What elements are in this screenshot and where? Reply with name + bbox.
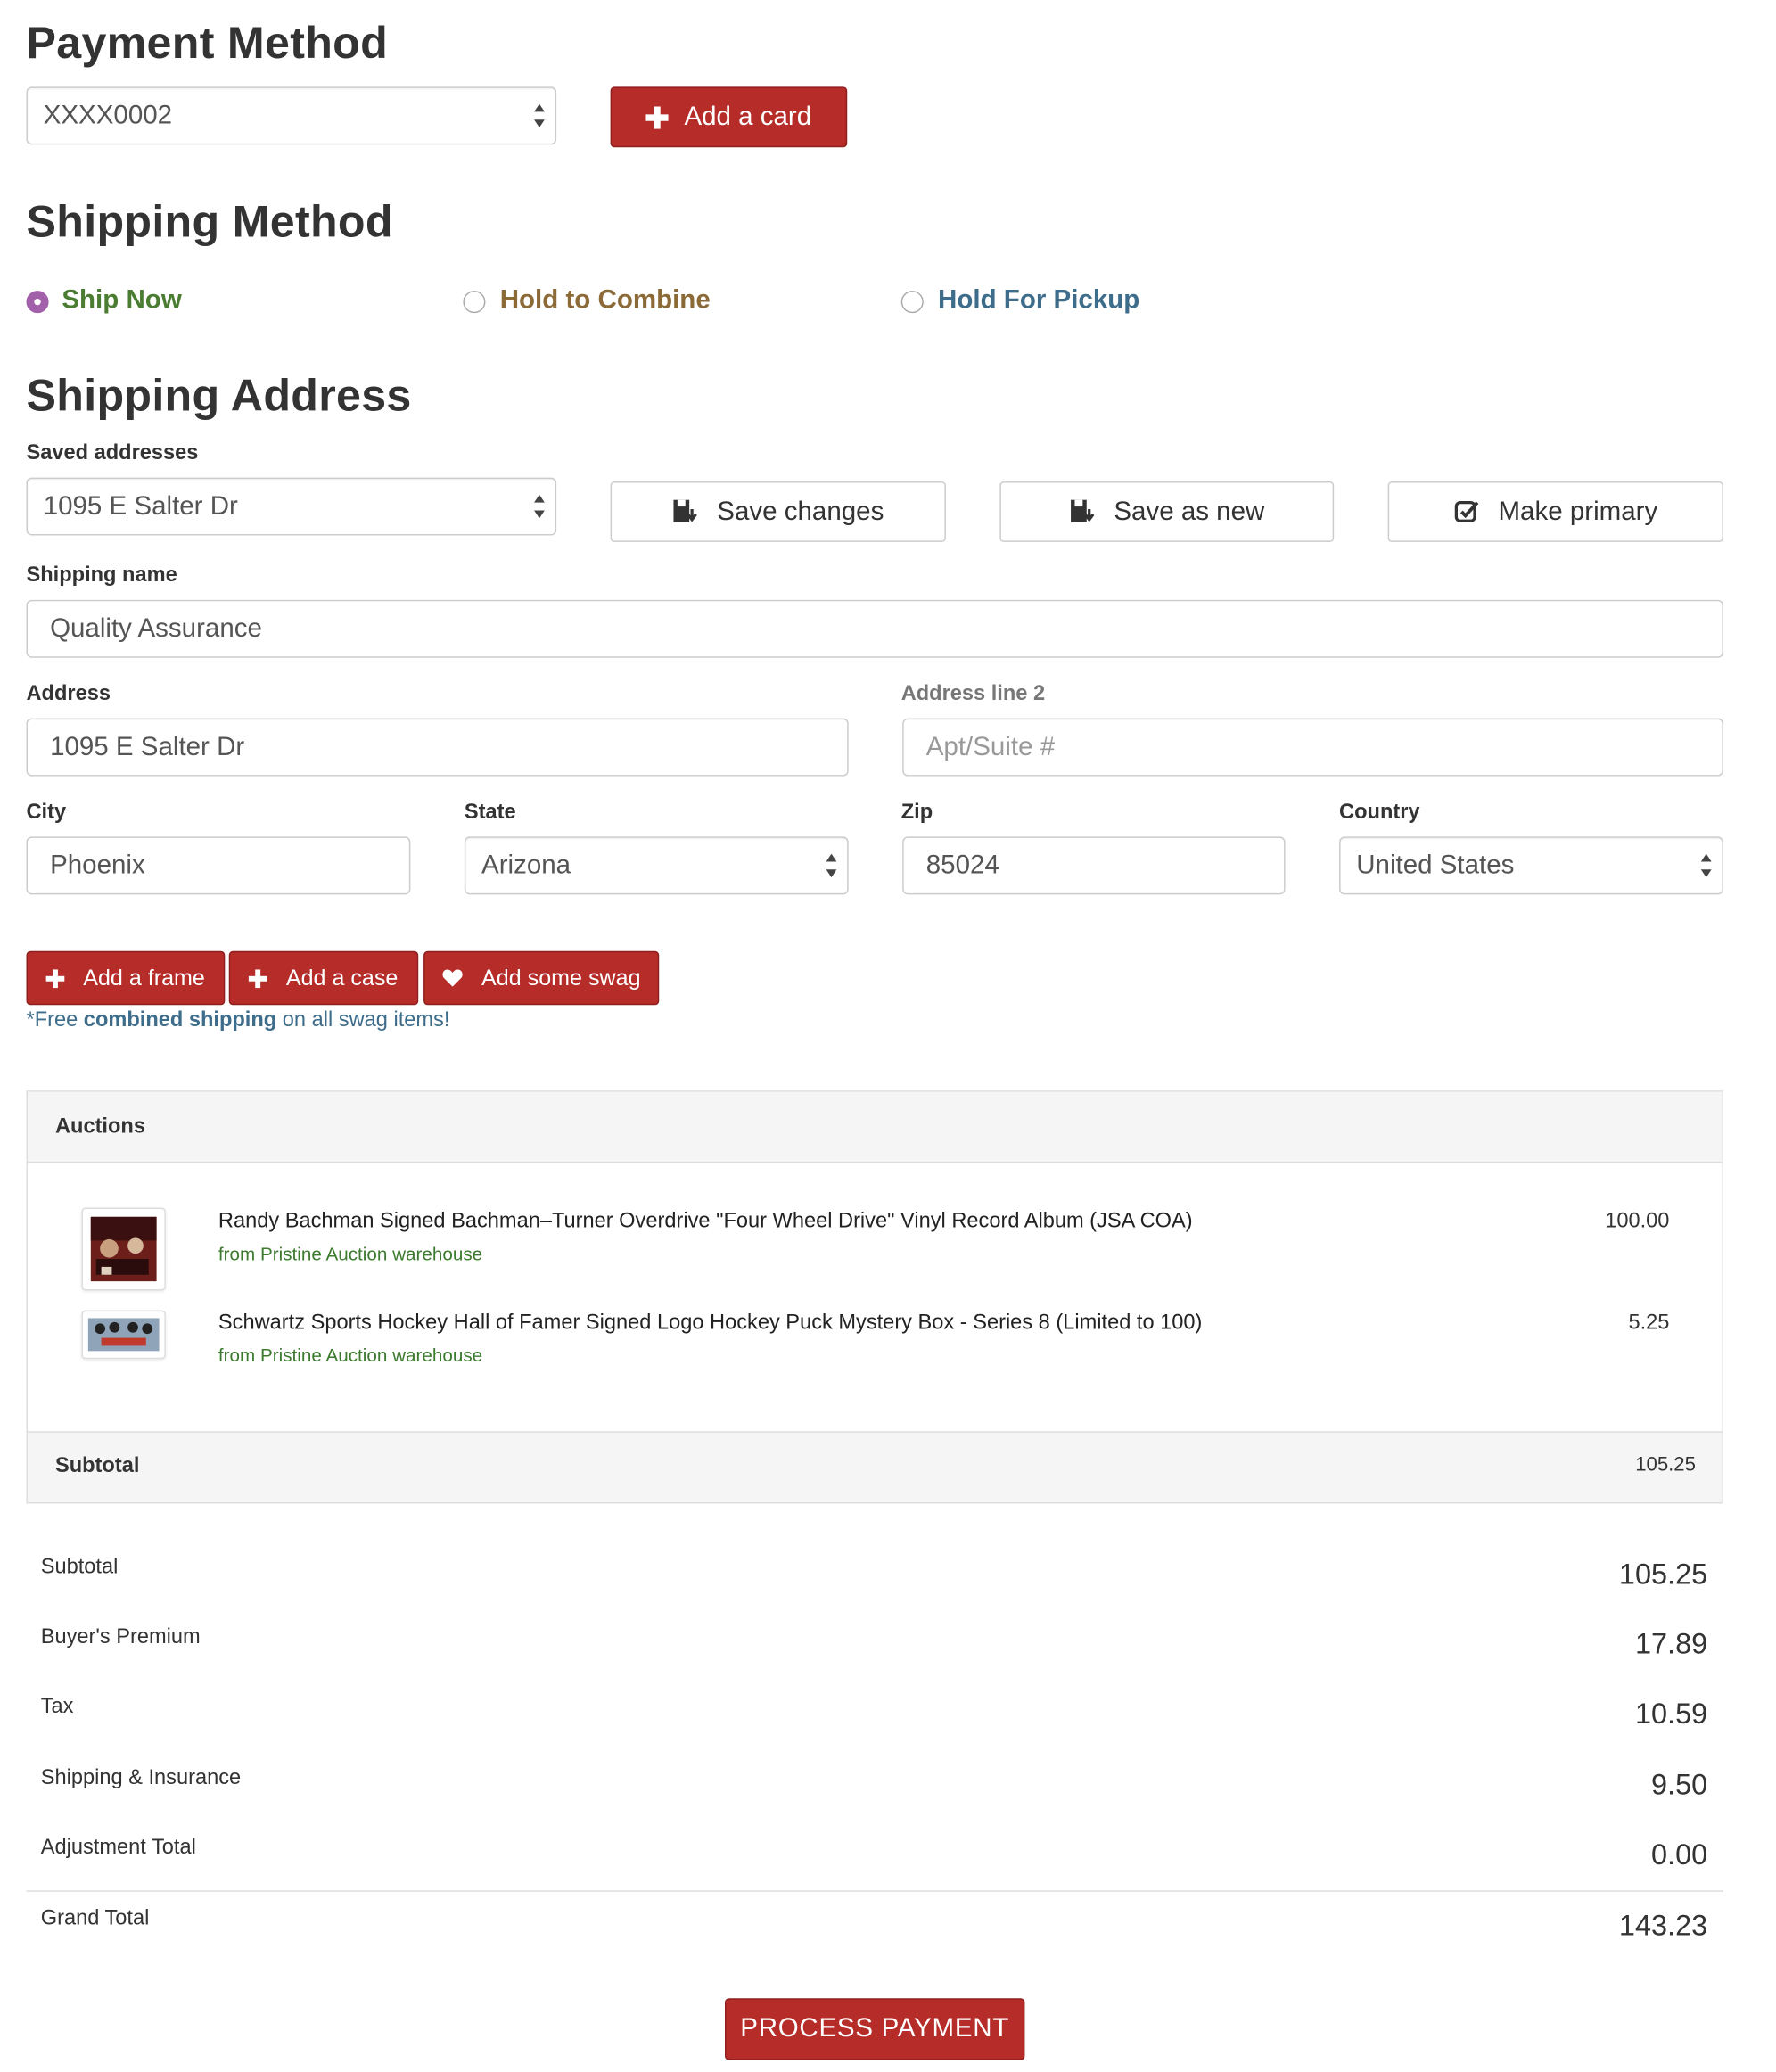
grand-total-label: Grand Total: [40, 1907, 150, 1930]
radio-ship-now[interactable]: [26, 291, 49, 314]
add-case-label: Add a case: [285, 965, 399, 991]
state-label: State: [464, 801, 516, 824]
process-payment-button[interactable]: PROCESS PAYMENT: [725, 1998, 1025, 2060]
album-cover-image: [90, 1216, 157, 1282]
tax-label: Tax: [40, 1695, 74, 1719]
note-suffix: on all swag items!: [276, 1008, 450, 1032]
auctions-subtotal-row: Subtotal 105.25: [27, 1431, 1723, 1503]
select-arrows-icon: [534, 103, 545, 128]
summary-divider: [26, 1890, 1723, 1892]
radio-hold-for-pickup[interactable]: [900, 291, 924, 314]
hold-to-combine-label[interactable]: Hold to Combine: [500, 285, 711, 316]
save-as-new-button[interactable]: Save as new: [999, 481, 1335, 542]
shipping-insurance-label: Shipping & Insurance: [40, 1766, 242, 1789]
save-changes-label: Save changes: [717, 497, 884, 526]
card-select[interactable]: XXXX0002: [26, 86, 557, 145]
adjustment-total-value: 0.00: [1651, 1838, 1708, 1871]
item-price: 100.00: [1605, 1210, 1670, 1233]
select-arrows-icon: [1700, 853, 1712, 878]
item-source: from Pristine Auction warehouse: [218, 1243, 483, 1264]
address-input[interactable]: 1095 E Salter Dr: [26, 718, 849, 777]
ship-now-label[interactable]: Ship Now: [62, 285, 181, 316]
summary-subtotal-value: 105.25: [1618, 1557, 1708, 1591]
swag-shipping-note: *Free combined shipping on all swag item…: [27, 1009, 450, 1033]
buyers-premium-label: Buyer's Premium: [40, 1625, 201, 1649]
auctions-panel: Auctions Randy Bachman Signed Bachman–Tu…: [26, 1090, 1723, 1504]
plus-icon: [45, 968, 65, 988]
address-label: Address: [26, 682, 111, 705]
auctions-heading: Auctions: [27, 1091, 1723, 1163]
city-input[interactable]: Phoenix: [26, 836, 411, 895]
add-case-button[interactable]: Add a case: [228, 950, 419, 1006]
saved-address-value: 1095 E Salter Dr: [43, 491, 238, 522]
item-thumbnail[interactable]: [81, 1310, 166, 1360]
auctions-subtotal-value: 105.25: [1635, 1453, 1696, 1476]
country-select-value: United States: [1356, 851, 1515, 881]
city-label: City: [26, 801, 67, 824]
shipping-insurance-value: 9.50: [1651, 1768, 1708, 1801]
address-line2-label: Address line 2: [900, 682, 1046, 705]
shipping-method-heading: Shipping Method: [26, 197, 393, 248]
state-select[interactable]: Arizona: [464, 836, 849, 895]
radio-hold-to-combine[interactable]: [463, 291, 486, 314]
save-changes-button[interactable]: Save changes: [610, 481, 946, 542]
add-frame-label: Add a frame: [83, 965, 205, 991]
shipping-address-heading: Shipping Address: [26, 371, 412, 422]
add-swag-button[interactable]: Add some swag: [423, 950, 660, 1006]
save-icon: [1070, 499, 1095, 522]
buyers-premium-value: 17.89: [1634, 1627, 1708, 1661]
shipping-name-input[interactable]: Quality Assurance: [26, 599, 1723, 658]
save-as-new-label: Save as new: [1114, 497, 1265, 526]
saved-addresses-label: Saved addresses: [26, 441, 199, 465]
save-icon: [673, 499, 697, 522]
adjustment-total-label: Adjustment Total: [40, 1836, 196, 1859]
make-primary-button[interactable]: Make primary: [1387, 481, 1723, 542]
plus-icon: [645, 105, 669, 128]
auctions-subtotal-label: Subtotal: [54, 1454, 140, 1477]
item-title[interactable]: Randy Bachman Signed Bachman–Turner Over…: [218, 1210, 1193, 1234]
combined-shipping-link[interactable]: combined shipping: [84, 1009, 276, 1032]
plus-icon: [249, 968, 268, 988]
country-select[interactable]: United States: [1339, 836, 1723, 895]
tax-value: 10.59: [1634, 1697, 1708, 1731]
add-card-label: Add a card: [684, 102, 812, 131]
check-square-icon: [1454, 501, 1479, 522]
select-arrows-icon: [826, 853, 837, 878]
item-thumbnail[interactable]: [81, 1207, 166, 1291]
state-select-value: Arizona: [481, 851, 571, 881]
saved-address-select[interactable]: 1095 E Salter Dr: [26, 477, 557, 536]
country-label: Country: [1339, 801, 1420, 824]
puck-box-image: [87, 1318, 160, 1352]
add-frame-button[interactable]: Add a frame: [26, 950, 226, 1006]
add-swag-label: Add some swag: [481, 965, 641, 991]
heart-icon: [442, 969, 463, 987]
make-primary-label: Make primary: [1498, 497, 1658, 526]
hold-for-pickup-label[interactable]: Hold For Pickup: [938, 285, 1139, 316]
summary-subtotal-label: Subtotal: [40, 1556, 119, 1579]
item-source: from Pristine Auction warehouse: [218, 1344, 483, 1366]
shipping-name-label: Shipping name: [26, 563, 177, 588]
card-select-value: XXXX0002: [43, 101, 173, 131]
payment-method-heading: Payment Method: [26, 18, 389, 69]
item-title[interactable]: Schwartz Sports Hockey Hall of Famer Sig…: [218, 1311, 1202, 1336]
grand-total-value: 143.23: [1618, 1908, 1708, 1942]
item-price: 5.25: [1628, 1311, 1670, 1335]
note-prefix: *Free: [26, 1008, 84, 1032]
zip-label: Zip: [900, 801, 933, 824]
address-line2-input[interactable]: Apt/Suite #: [902, 718, 1723, 777]
zip-input[interactable]: 85024: [902, 836, 1286, 895]
select-arrows-icon: [534, 494, 545, 519]
add-card-button[interactable]: Add a card: [610, 86, 848, 148]
